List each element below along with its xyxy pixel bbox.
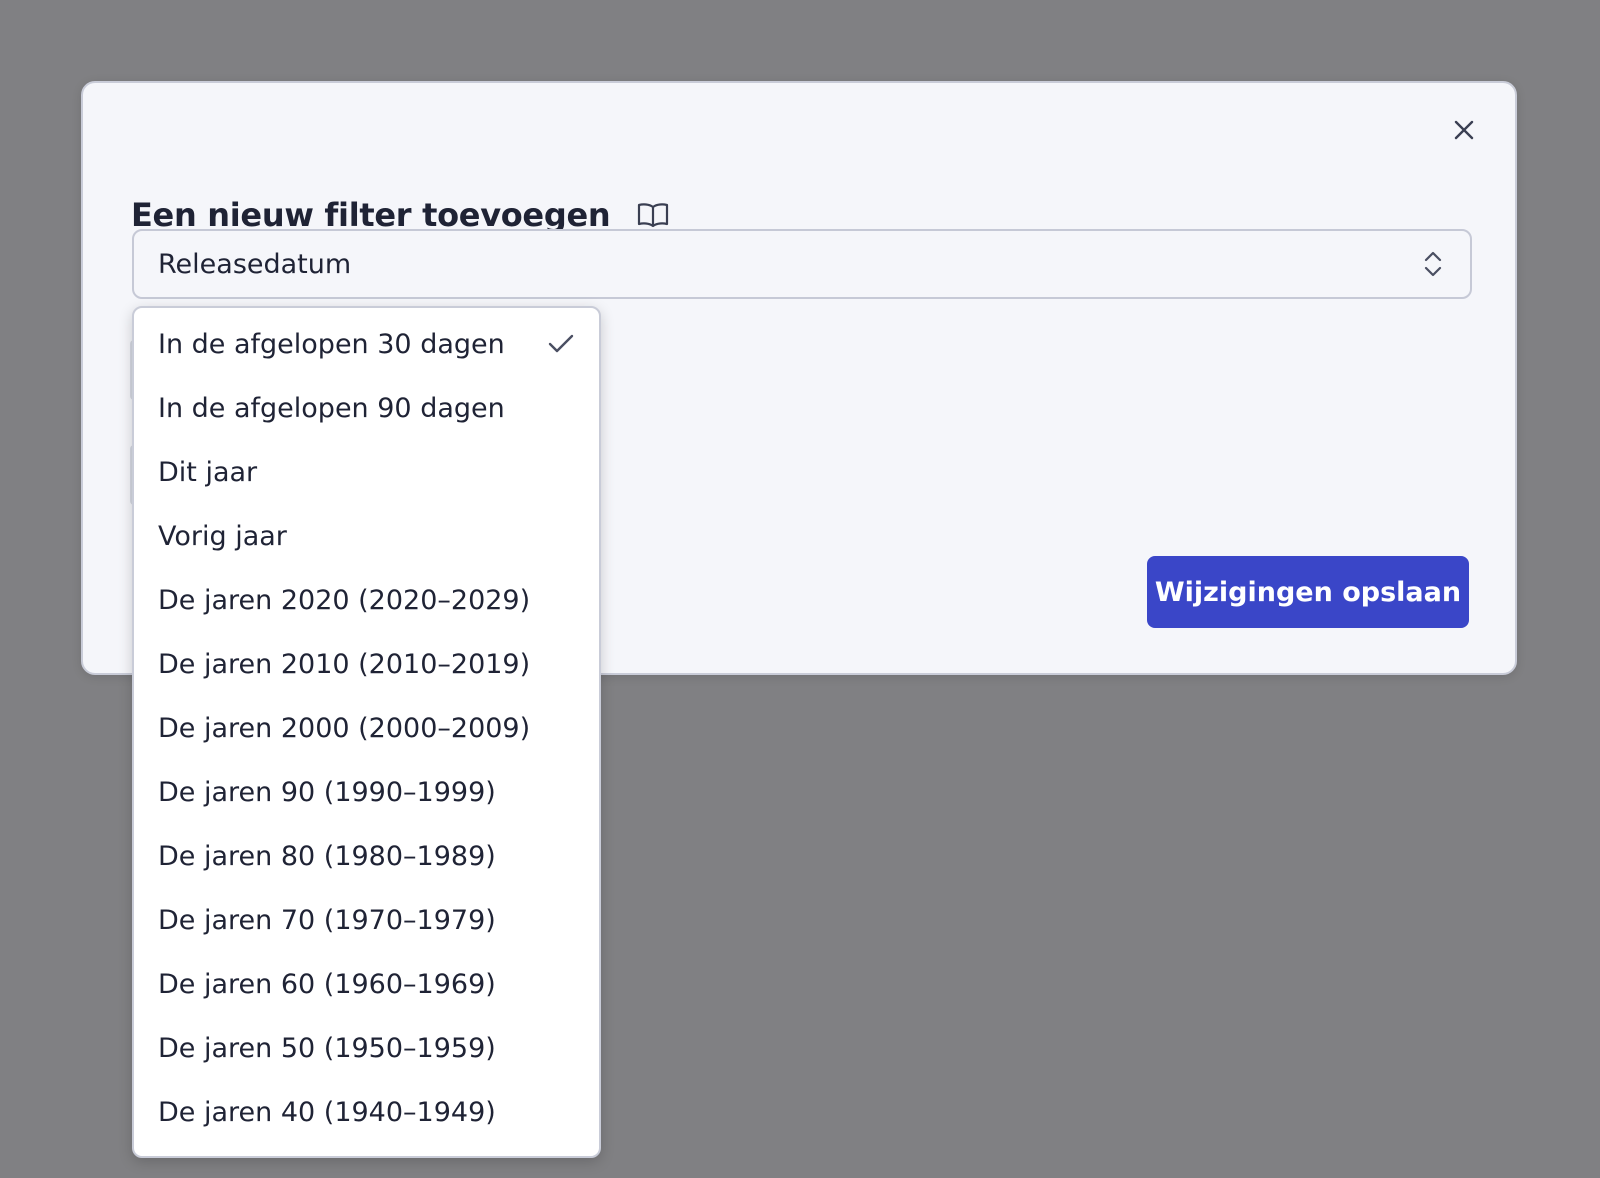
dropdown-option[interactable]: In de afgelopen 30 dagen bbox=[134, 312, 599, 376]
option-label: In de afgelopen 90 dagen bbox=[158, 392, 505, 424]
option-label: De jaren 50 (1950–1959) bbox=[158, 1032, 496, 1064]
chevron-up-down-icon bbox=[1424, 251, 1442, 277]
option-label: De jaren 60 (1960–1969) bbox=[158, 968, 496, 1000]
close-icon bbox=[1454, 120, 1474, 140]
dropdown-option[interactable]: De jaren 2020 (2020–2029) bbox=[134, 568, 599, 632]
dropdown-option[interactable]: De jaren 70 (1970–1979) bbox=[134, 888, 599, 952]
dropdown-option[interactable]: De jaren 40 (1940–1949) bbox=[134, 1080, 599, 1144]
dropdown-option[interactable]: De jaren 60 (1960–1969) bbox=[134, 952, 599, 1016]
release-date-dropdown: In de afgelopen 30 dagen In de afgelopen… bbox=[132, 306, 601, 1158]
option-label: De jaren 70 (1970–1979) bbox=[158, 904, 496, 936]
close-button[interactable] bbox=[1449, 115, 1479, 145]
dropdown-option[interactable]: De jaren 90 (1990–1999) bbox=[134, 760, 599, 824]
option-label: In de afgelopen 30 dagen bbox=[158, 328, 505, 360]
option-label: Dit jaar bbox=[158, 456, 258, 488]
option-label: De jaren 40 (1940–1949) bbox=[158, 1096, 496, 1128]
dropdown-option[interactable]: De jaren 2010 (2010–2019) bbox=[134, 632, 599, 696]
filter-type-value: Releasedatum bbox=[158, 248, 352, 280]
option-label: Vorig jaar bbox=[158, 520, 287, 552]
dropdown-option[interactable]: De jaren 2000 (2000–2009) bbox=[134, 696, 599, 760]
check-icon bbox=[548, 334, 574, 353]
option-label: De jaren 2000 (2000–2009) bbox=[158, 712, 531, 744]
dropdown-option[interactable]: Dit jaar bbox=[134, 440, 599, 504]
option-label: De jaren 2020 (2020–2029) bbox=[158, 584, 531, 616]
option-label: De jaren 80 (1980–1989) bbox=[158, 840, 496, 872]
save-changes-button[interactable]: Wijzigingen opslaan bbox=[1147, 556, 1469, 628]
book-open-icon bbox=[638, 203, 669, 228]
dropdown-option[interactable]: De jaren 80 (1980–1989) bbox=[134, 824, 599, 888]
help-link[interactable] bbox=[636, 200, 670, 230]
option-label: De jaren 2010 (2010–2019) bbox=[158, 648, 531, 680]
filter-type-select[interactable]: Releasedatum bbox=[132, 229, 1472, 299]
dropdown-option[interactable]: In de afgelopen 90 dagen bbox=[134, 376, 599, 440]
dropdown-option[interactable]: De jaren 50 (1950–1959) bbox=[134, 1016, 599, 1080]
option-label: De jaren 90 (1990–1999) bbox=[158, 776, 496, 808]
dropdown-option[interactable]: Vorig jaar bbox=[134, 504, 599, 568]
